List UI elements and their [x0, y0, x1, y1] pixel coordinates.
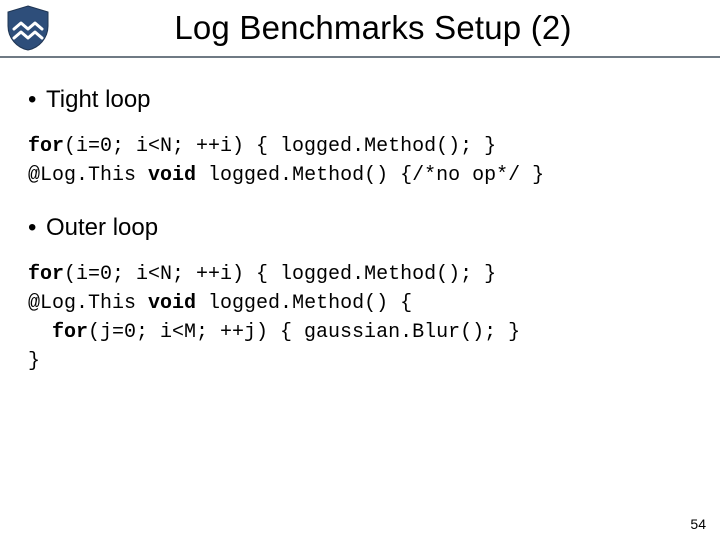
code-kw-void: void: [148, 292, 196, 315]
code-text: (i=0; i<N; ++i) { logged.Method(); }: [64, 263, 496, 286]
code-block-tight: for(i=0; i<N; ++i) { logged.Method(); } …: [28, 132, 692, 190]
slide-title: Log Benchmarks Setup (2): [56, 9, 720, 47]
bullet-outer-loop: •Outer loop: [28, 214, 692, 242]
bullet-outer-label: Outer loop: [46, 214, 158, 241]
code-text: @Log.This: [28, 292, 148, 315]
shield-logo-icon: [0, 0, 56, 56]
slide: Log Benchmarks Setup (2) •Tight loop for…: [0, 0, 720, 540]
page-number: 54: [690, 516, 706, 532]
slide-body: •Tight loop for(i=0; i<N; ++i) { logged.…: [0, 58, 720, 376]
header-bar: Log Benchmarks Setup (2): [0, 0, 720, 58]
code-text: @Log.This: [28, 164, 148, 187]
code-kw-void: void: [148, 164, 196, 187]
code-text: }: [28, 350, 40, 373]
code-kw-for: for: [28, 321, 88, 344]
bullet-tight-loop: •Tight loop: [28, 86, 692, 114]
code-kw-for: for: [28, 135, 64, 158]
bullet-dot-icon: •: [28, 86, 46, 114]
bullet-dot-icon: •: [28, 214, 46, 242]
code-text: (j=0; i<M; ++j) { gaussian.Blur(); }: [88, 321, 520, 344]
code-block-outer: for(i=0; i<N; ++i) { logged.Method(); } …: [28, 260, 692, 376]
code-text: (i=0; i<N; ++i) { logged.Method(); }: [64, 135, 496, 158]
bullet-tight-label: Tight loop: [46, 86, 151, 113]
code-text: logged.Method() {/*no op*/ }: [196, 164, 544, 187]
code-kw-for: for: [28, 263, 64, 286]
code-text: logged.Method() {: [196, 292, 412, 315]
